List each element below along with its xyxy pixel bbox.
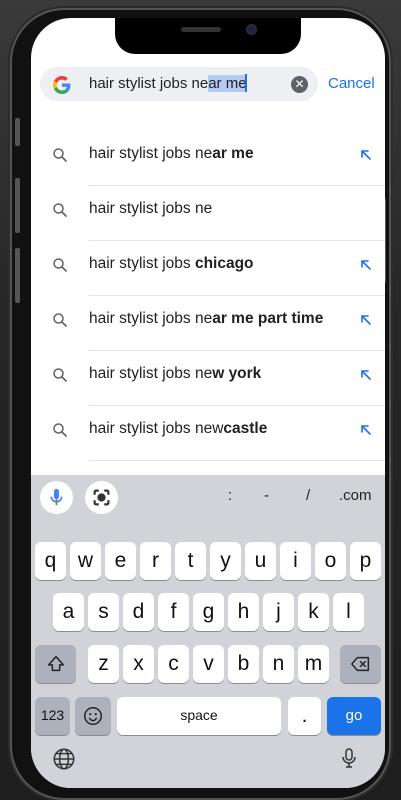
key-q[interactable]: q [35, 542, 66, 580]
suggestion-item[interactable]: hair stylist jobs near me [31, 131, 385, 186]
voice-search-button[interactable] [40, 481, 73, 514]
search-icon [53, 148, 67, 162]
go-key[interactable]: go [327, 697, 381, 735]
suggestion-item[interactable]: hair stylist jobs near me part time [31, 296, 385, 351]
suggestion-item[interactable]: hair stylist jobs chicago [31, 241, 385, 296]
suggestion-item[interactable]: hair stylist jobs ne [31, 186, 385, 241]
query-text: hair stylist jobs ne [89, 75, 209, 92]
toolbar-slash-key[interactable]: / [306, 487, 310, 504]
key-i[interactable]: i [280, 542, 311, 580]
arrow-up-left-icon[interactable] [358, 257, 374, 273]
key-l[interactable]: l [333, 593, 364, 631]
shift-key[interactable] [35, 645, 76, 683]
arrow-up-left-icon[interactable] [358, 147, 374, 163]
clear-icon[interactable]: ✕ [291, 76, 308, 93]
key-e[interactable]: e [105, 542, 136, 580]
backspace-key[interactable] [340, 645, 381, 683]
search-input[interactable]: hair stylist jobs near me [89, 74, 247, 93]
period-key[interactable]: . [288, 697, 321, 735]
emoji-key[interactable] [75, 697, 111, 735]
key-v[interactable]: v [193, 645, 224, 683]
search-icon [53, 423, 67, 437]
suggestion-text: hair stylist jobs ne [89, 200, 213, 217]
suggestion-text: hair stylist jobs newcastle [89, 420, 268, 437]
suggestion-item[interactable]: hair stylist jobs new york [31, 351, 385, 406]
microphone-icon [50, 488, 63, 506]
cancel-button[interactable]: Cancel [328, 75, 375, 92]
backspace-icon [350, 656, 369, 672]
lens-button[interactable] [85, 481, 118, 514]
dictation-mic-icon[interactable] [337, 745, 361, 771]
key-h[interactable]: h [228, 593, 259, 631]
keyboard-system-bar [31, 735, 385, 788]
toolbar-colon-key[interactable]: : [228, 487, 232, 504]
phone-screen: hair stylist jobs near me ✕ Cancel hair … [31, 18, 385, 788]
key-n[interactable]: n [263, 645, 294, 683]
key-f[interactable]: f [158, 593, 189, 631]
keyboard-toolbar: : - / .com [31, 475, 385, 519]
toolbar-dotcom-key[interactable]: .com [339, 487, 372, 504]
key-m[interactable]: m [298, 645, 329, 683]
key-g[interactable]: g [193, 593, 224, 631]
arrow-up-left-icon[interactable] [358, 367, 374, 383]
lens-scan-icon [93, 489, 110, 506]
key-a[interactable]: a [53, 593, 84, 631]
emoji-icon [84, 707, 102, 725]
key-w[interactable]: w [70, 542, 101, 580]
notch [115, 18, 301, 54]
key-r[interactable]: r [140, 542, 171, 580]
divider [89, 460, 385, 461]
volume-down-button [15, 248, 20, 303]
front-camera [247, 25, 256, 34]
key-u[interactable]: u [245, 542, 276, 580]
key-x[interactable]: x [123, 645, 154, 683]
suggestion-list: hair stylist jobs near me hair stylist jo… [31, 131, 385, 461]
key-s[interactable]: s [88, 593, 119, 631]
key-k[interactable]: k [298, 593, 329, 631]
mute-switch [15, 118, 20, 146]
globe-icon[interactable] [51, 746, 77, 772]
key-z[interactable]: z [88, 645, 119, 683]
key-y[interactable]: y [210, 542, 241, 580]
suggestion-text: hair stylist jobs new york [89, 365, 262, 382]
keyboard: : - / .com qwertyuiop asdfghjkl zxcvbnm 12… [31, 475, 385, 788]
search-icon [53, 203, 67, 217]
search-bar[interactable]: hair stylist jobs near me ✕ [40, 67, 318, 101]
suggestion-text: hair stylist jobs chicago [89, 255, 254, 272]
google-g-logo-icon [53, 76, 71, 94]
key-b[interactable]: b [228, 645, 259, 683]
text-caret [244, 74, 247, 93]
volume-up-button [15, 178, 20, 233]
search-icon [53, 368, 67, 382]
toolbar-dash-key[interactable]: - [264, 487, 269, 504]
arrow-up-left-icon[interactable] [358, 422, 374, 438]
key-c[interactable]: c [158, 645, 189, 683]
suggestion-text: hair stylist jobs near me part time [89, 310, 324, 327]
query-selected-text: ar me [208, 75, 247, 92]
search-icon [53, 258, 67, 272]
numbers-key[interactable]: 123 [35, 697, 70, 735]
key-j[interactable]: j [263, 593, 294, 631]
suggestion-item[interactable]: hair stylist jobs newcastle [31, 406, 385, 461]
key-t[interactable]: t [175, 542, 206, 580]
speaker-grille [181, 27, 221, 32]
space-key[interactable]: space [117, 697, 281, 735]
shift-icon [47, 655, 64, 672]
suggestion-text: hair stylist jobs near me [89, 145, 254, 162]
arrow-up-left-icon[interactable] [358, 312, 374, 328]
search-icon [53, 313, 67, 327]
key-p[interactable]: p [350, 542, 381, 580]
key-o[interactable]: o [315, 542, 346, 580]
key-d[interactable]: d [123, 593, 154, 631]
